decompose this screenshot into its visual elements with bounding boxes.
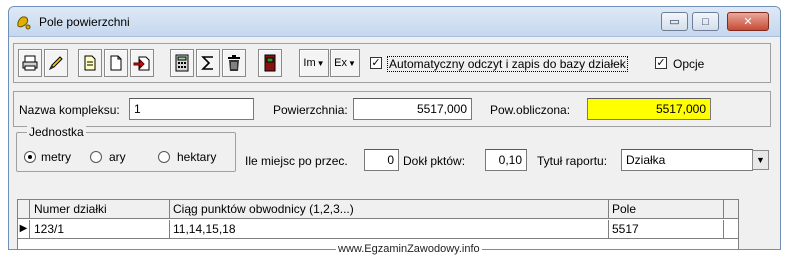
export-menu-label: Ex bbox=[334, 57, 347, 69]
title-bar: Pole powierzchni ▭ □ ✕ bbox=[9, 7, 780, 37]
column-header-plot-number[interactable]: Numer działki bbox=[31, 200, 170, 219]
report-title-label: Tytuł raportu: bbox=[537, 154, 608, 168]
cell-plot-number[interactable]: 123/1 bbox=[31, 220, 170, 239]
dropdown-arrow-icon: ▼ bbox=[316, 58, 325, 68]
copy-document-icon bbox=[84, 55, 96, 71]
minimize-button[interactable]: ▭ bbox=[661, 12, 688, 31]
units-groupbox: Jednostka metry ary hektary bbox=[16, 125, 236, 172]
auto-sync-label: Automatyczny odczyt i zapis do bazy dzia… bbox=[387, 56, 628, 72]
radio-metry[interactable] bbox=[24, 151, 36, 163]
table-header: Numer działki Ciąg punktów obwodnicy (1,… bbox=[18, 200, 738, 219]
calculated-area-field: 5517,000 bbox=[587, 98, 711, 120]
chevron-down-icon: ▼ bbox=[756, 155, 765, 165]
minimize-icon: ▭ bbox=[669, 16, 680, 28]
radio-ary[interactable] bbox=[90, 151, 102, 163]
pencil-icon bbox=[48, 56, 63, 71]
app-window: Pole powierzchni ▭ □ ✕ Im ▼ Ex ▼ ✓ Autom… bbox=[8, 6, 781, 250]
complex-panel: Nazwa kompleksu: 1 Powierzchnia: 5517,00… bbox=[13, 91, 771, 127]
new-button[interactable] bbox=[104, 49, 128, 77]
radio-ary-label: ary bbox=[109, 150, 126, 164]
units-group-title: Jednostka bbox=[27, 125, 86, 139]
printer-icon bbox=[22, 55, 38, 71]
close-icon: ✕ bbox=[743, 16, 753, 28]
area-label: Powierzchnia: bbox=[273, 103, 348, 117]
export-menu-button[interactable]: Ex ▼ bbox=[330, 49, 360, 77]
calculate-button[interactable] bbox=[170, 49, 194, 77]
cell-area[interactable]: 5517 bbox=[609, 220, 724, 239]
import-document-icon bbox=[133, 56, 150, 71]
exit-door-icon bbox=[264, 54, 276, 72]
report-dropdown-button[interactable]: ▼ bbox=[752, 150, 769, 170]
radio-hektary[interactable] bbox=[158, 151, 170, 163]
precision-input[interactable]: 0,10 bbox=[485, 149, 527, 171]
decimals-label: Ile miejsc po przec. bbox=[245, 154, 348, 168]
import-menu-label: Im bbox=[303, 57, 316, 69]
sum-icon bbox=[201, 56, 213, 70]
options-label: Opcje bbox=[673, 57, 705, 71]
auto-sync-checkbox[interactable]: ✓ bbox=[370, 57, 382, 69]
toolbar: Im ▼ Ex ▼ ✓ Automatyczny odczyt i zapis … bbox=[13, 43, 771, 83]
area-input[interactable]: 5517,000 bbox=[353, 98, 472, 120]
app-footprint-icon bbox=[17, 16, 31, 30]
copy-button[interactable] bbox=[78, 49, 102, 77]
maximize-button[interactable]: □ bbox=[692, 12, 719, 31]
decimals-input[interactable]: 0 bbox=[364, 149, 399, 171]
delete-button[interactable] bbox=[222, 49, 246, 77]
radio-hektary-label: hektary bbox=[177, 150, 217, 164]
window-title: Pole powierzchni bbox=[39, 15, 130, 29]
close-button[interactable]: ✕ bbox=[727, 12, 769, 31]
sum-button[interactable] bbox=[196, 49, 220, 77]
complex-name-label: Nazwa kompleksu: bbox=[19, 103, 120, 117]
watermark-text: www.EgzaminZawodowy.info bbox=[336, 243, 482, 255]
new-document-icon bbox=[110, 55, 122, 71]
radio-metry-label: metry bbox=[41, 150, 71, 164]
table-row[interactable]: ▶ 123/1 11,14,15,18 5517 bbox=[18, 220, 738, 239]
row-pointer-icon: ▶ bbox=[18, 220, 30, 239]
exit-button[interactable] bbox=[258, 49, 282, 77]
edit-button[interactable] bbox=[44, 49, 68, 77]
trash-icon bbox=[228, 55, 240, 71]
print-button[interactable] bbox=[18, 49, 42, 77]
cell-point-sequence[interactable]: 11,14,15,18 bbox=[170, 220, 609, 239]
import-menu-button[interactable]: Im ▼ bbox=[299, 49, 329, 77]
import-button[interactable] bbox=[130, 49, 154, 77]
calculated-area-label: Pow.obliczona: bbox=[490, 103, 571, 117]
dropdown-arrow-icon: ▼ bbox=[347, 58, 356, 68]
calculator-icon bbox=[175, 54, 189, 72]
options-checkbox[interactable]: ✓ bbox=[655, 57, 667, 69]
maximize-icon: □ bbox=[702, 15, 709, 28]
column-header-area[interactable]: Pole bbox=[609, 200, 724, 219]
header-indicator-cell bbox=[18, 200, 30, 219]
column-header-point-sequence[interactable]: Ciąg punktów obwodnicy (1,2,3...) bbox=[170, 200, 609, 219]
precision-label: Dokł pktów: bbox=[403, 154, 466, 168]
complex-name-input[interactable]: 1 bbox=[129, 98, 254, 120]
report-title-select[interactable]: Działka bbox=[621, 149, 753, 171]
